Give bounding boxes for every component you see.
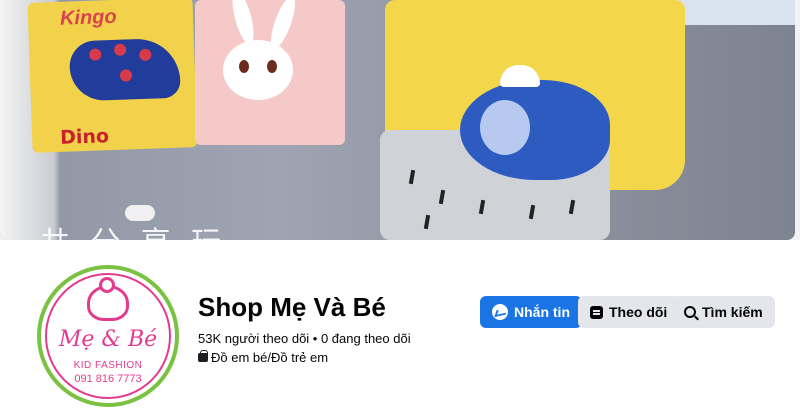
avatar-logo: Mẹ & Bé KID FASHION 091 816 7773 — [37, 265, 179, 407]
dino-spot — [139, 48, 152, 62]
dino-spot — [89, 48, 102, 61]
shorts-dash — [568, 199, 576, 215]
search-button-label: Tìm kiếm — [702, 304, 763, 320]
bag-icon — [198, 350, 208, 362]
follow-button-label: Theo dõi — [609, 304, 668, 320]
shorts-dash — [408, 169, 416, 185]
cover-text-chinese: 共 分 享 玩 — [40, 218, 227, 240]
message-button[interactable]: Nhắn tin — [480, 296, 582, 328]
messenger-icon — [492, 304, 508, 320]
profile-avatar[interactable]: Mẹ & Bé KID FASHION 091 816 7773 — [34, 262, 182, 410]
dino-spot — [113, 43, 127, 56]
cover-photo[interactable]: Kingo Dino 共 分 享 玩 — [0, 0, 795, 240]
cover-dino-shirt: Kingo Dino — [27, 0, 198, 153]
dino-spot — [119, 69, 133, 82]
search-icon — [684, 306, 696, 318]
shorts-dash — [438, 189, 446, 205]
logo-head — [99, 277, 115, 293]
elephant-ear — [480, 100, 530, 155]
avatar-brand-sub: KID FASHION — [73, 360, 143, 371]
cover-bunny-shirt — [195, 0, 345, 145]
page-category: Đồ em bé/Đồ trẻ em — [198, 350, 328, 365]
bunny-eye — [239, 60, 249, 73]
shorts-dash — [528, 204, 536, 220]
message-button-label: Nhắn tin — [514, 304, 570, 320]
cover-text-kingo: Kingo — [59, 5, 118, 30]
elephant-illustration — [460, 80, 610, 180]
bunny-face — [223, 40, 293, 100]
search-button[interactable]: Tìm kiếm — [672, 296, 775, 328]
shorts-dash — [423, 214, 431, 230]
page-title: Shop Mẹ Và Bé — [198, 292, 386, 322]
follower-stats[interactable]: 53K người theo dõi • 0 đang theo dõi — [198, 331, 411, 346]
follow-icon — [590, 305, 603, 319]
follow-button[interactable]: Theo dõi — [578, 296, 680, 328]
category-label: Đồ em bé/Đồ trẻ em — [211, 350, 329, 365]
shorts-dash — [478, 199, 486, 215]
cover-text-dino: Dino — [59, 125, 110, 149]
avatar-phone: 091 816 7773 — [74, 373, 142, 385]
bunny-eye — [267, 60, 277, 73]
dino-illustration — [68, 37, 181, 102]
avatar-brand-name: Mẹ & Bé — [58, 327, 158, 352]
